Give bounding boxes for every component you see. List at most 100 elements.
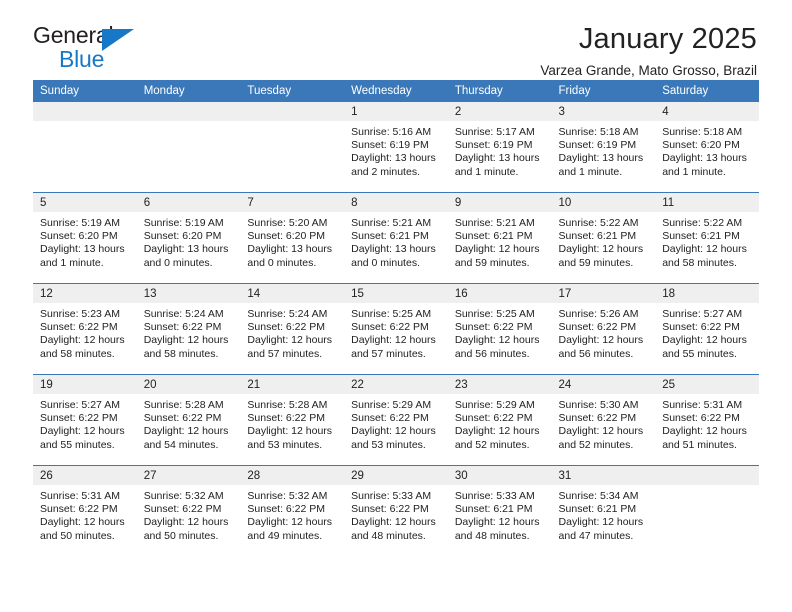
day-details: Sunrise: 5:27 AM Sunset: 6:22 PM Daylight:… [655,303,759,361]
sunrise-text: Sunrise: 5:34 AM [558,490,639,502]
calendar-day-cell[interactable]: 27 Sunrise: 5:32 AM Sunset: 6:22 PM Dayligh… [136,465,241,556]
calendar-day-cell[interactable]: 13 Sunrise: 5:24 AM Sunset: 6:22 PM Dayligh… [136,283,241,375]
sunrise-sunset-calendar: Sunday Monday Tuesday Wednesday Thursday… [33,80,759,556]
calendar-day-cell[interactable]: 15 Sunrise: 5:25 AM Sunset: 6:22 PM Dayligh… [344,283,448,375]
calendar-day-cell[interactable]: 3 Sunrise: 5:18 AM Sunset: 6:19 PM Daylight… [551,102,656,193]
day-details: Sunrise: 5:23 AM Sunset: 6:22 PM Daylight:… [33,303,137,361]
calendar-day-cell[interactable]: 25 Sunrise: 5:31 AM Sunset: 6:22 PM Dayligh… [655,374,759,466]
weekday-header-friday: Friday [551,80,656,102]
day-details: Sunrise: 5:31 AM Sunset: 6:22 PM Daylight:… [655,394,759,452]
location-subtitle: Varzea Grande, Mato Grosso, Brazil [540,63,757,79]
daylight-text: Daylight: 12 hours and 55 minutes. [662,334,747,360]
day-number: 2 [447,102,552,121]
calendar-week-row: 26 Sunrise: 5:31 AM Sunset: 6:22 PM Dayligh… [33,465,759,556]
sunrise-text: Sunrise: 5:19 AM [40,217,120,229]
sunrise-text: Sunrise: 5:31 AM [40,490,120,502]
sunset-text: Sunset: 6:21 PM [454,230,533,243]
daylight-text: Daylight: 12 hours and 52 minutes. [558,425,644,451]
sunset-text: Sunset: 6:22 PM [143,321,222,334]
calendar-day-cell-empty [33,102,137,193]
sunset-text: Sunset: 6:21 PM [558,503,637,516]
calendar-day-cell[interactable]: 11 Sunrise: 5:22 AM Sunset: 6:21 PM Dayligh… [655,192,759,284]
sunrise-text: Sunrise: 5:25 AM [454,308,535,320]
calendar-day-cell[interactable]: 10 Sunrise: 5:22 AM Sunset: 6:21 PM Dayligh… [551,192,656,284]
calendar-day-cell[interactable]: 14 Sunrise: 5:24 AM Sunset: 6:22 PM Dayligh… [240,283,345,375]
calendar-day-cell[interactable]: 18 Sunrise: 5:27 AM Sunset: 6:22 PM Dayligh… [655,283,759,375]
weekday-header-tuesday: Tuesday [240,80,345,102]
daylight-text: Daylight: 12 hours and 50 minutes. [40,516,125,542]
day-number [240,102,345,121]
calendar-day-cell-empty [136,102,241,193]
day-number: 21 [240,375,345,394]
calendar-day-cell[interactable]: 5 Sunrise: 5:19 AM Sunset: 6:20 PM Daylight… [33,192,137,284]
sunrise-text: Sunrise: 5:28 AM [143,399,224,411]
daylight-text: Daylight: 12 hours and 53 minutes. [351,425,436,451]
calendar-day-cell[interactable]: 9 Sunrise: 5:21 AM Sunset: 6:21 PM Daylight… [447,192,552,284]
calendar-day-cell[interactable]: 20 Sunrise: 5:28 AM Sunset: 6:22 PM Dayligh… [136,374,241,466]
day-number: 6 [136,193,241,212]
sunrise-text: Sunrise: 5:33 AM [351,490,432,502]
calendar-day-cell[interactable]: 23 Sunrise: 5:29 AM Sunset: 6:22 PM Dayligh… [447,374,552,466]
day-details: Sunrise: 5:21 AM Sunset: 6:21 PM Daylight:… [448,212,552,270]
daylight-text: Daylight: 12 hours and 47 minutes. [558,516,644,542]
calendar-day-cell[interactable]: 12 Sunrise: 5:23 AM Sunset: 6:22 PM Dayligh… [33,283,137,375]
daylight-text: Daylight: 13 hours and 1 minute. [662,152,747,178]
calendar-body: 1 Sunrise: 5:16 AM Sunset: 6:19 PM Daylight… [33,102,759,556]
day-number: 4 [655,102,759,121]
sunset-text: Sunset: 6:20 PM [662,139,740,152]
day-details: Sunrise: 5:34 AM Sunset: 6:21 PM Daylight:… [552,485,656,543]
day-details: Sunrise: 5:28 AM Sunset: 6:22 PM Daylight:… [240,394,344,452]
daylight-text: Daylight: 13 hours and 1 minute. [40,243,125,269]
calendar-day-cell[interactable]: 2 Sunrise: 5:17 AM Sunset: 6:19 PM Daylight… [447,102,552,193]
weekday-header-monday: Monday [136,80,241,102]
sunrise-text: Sunrise: 5:22 AM [662,217,743,229]
calendar-day-cell[interactable]: 8 Sunrise: 5:21 AM Sunset: 6:21 PM Daylight… [344,192,448,284]
day-number: 28 [240,466,345,485]
day-number: 25 [655,375,759,394]
day-details: Sunrise: 5:32 AM Sunset: 6:22 PM Daylight:… [240,485,344,543]
brand-logo[interactable]: General Blue [33,24,148,74]
calendar-week-row: 1 Sunrise: 5:16 AM Sunset: 6:19 PM Daylight… [33,102,759,193]
calendar-day-cell[interactable]: 21 Sunrise: 5:28 AM Sunset: 6:22 PM Dayligh… [240,374,345,466]
calendar-day-cell[interactable]: 28 Sunrise: 5:32 AM Sunset: 6:22 PM Dayligh… [240,465,345,556]
day-details: Sunrise: 5:20 AM Sunset: 6:20 PM Daylight:… [240,212,344,270]
sunrise-text: Sunrise: 5:19 AM [143,217,224,229]
day-number: 24 [551,375,656,394]
day-number: 12 [33,284,137,303]
day-details: Sunrise: 5:31 AM Sunset: 6:22 PM Daylight:… [33,485,137,543]
calendar-day-cell[interactable]: 19 Sunrise: 5:27 AM Sunset: 6:22 PM Dayligh… [33,374,137,466]
calendar-day-cell[interactable]: 24 Sunrise: 5:30 AM Sunset: 6:22 PM Dayligh… [551,374,656,466]
day-number: 18 [655,284,759,303]
sunset-text: Sunset: 6:22 PM [247,321,326,334]
calendar-day-cell[interactable]: 29 Sunrise: 5:33 AM Sunset: 6:22 PM Dayligh… [344,465,448,556]
daylight-text: Daylight: 13 hours and 2 minutes. [351,152,436,178]
day-number: 9 [447,193,552,212]
sunrise-text: Sunrise: 5:16 AM [351,126,432,138]
page-title: January 2025 [578,23,757,55]
sunset-text: Sunset: 6:22 PM [662,321,740,334]
day-number: 31 [551,466,656,485]
sunrise-text: Sunrise: 5:24 AM [143,308,224,320]
calendar-day-cell[interactable]: 7 Sunrise: 5:20 AM Sunset: 6:20 PM Daylight… [240,192,345,284]
daylight-text: Daylight: 12 hours and 53 minutes. [247,425,333,451]
sunrise-text: Sunrise: 5:27 AM [662,308,743,320]
sunset-text: Sunset: 6:21 PM [558,230,637,243]
day-details: Sunrise: 5:25 AM Sunset: 6:22 PM Daylight:… [344,303,448,361]
calendar-day-cell[interactable]: 22 Sunrise: 5:29 AM Sunset: 6:22 PM Dayligh… [344,374,448,466]
sunset-text: Sunset: 6:22 PM [662,412,740,425]
calendar-day-cell[interactable]: 16 Sunrise: 5:25 AM Sunset: 6:22 PM Dayligh… [447,283,552,375]
calendar-day-cell[interactable]: 30 Sunrise: 5:33 AM Sunset: 6:21 PM Dayligh… [447,465,552,556]
calendar-day-cell[interactable]: 4 Sunrise: 5:18 AM Sunset: 6:20 PM Daylight… [655,102,759,193]
sunrise-text: Sunrise: 5:24 AM [247,308,328,320]
calendar-day-cell[interactable]: 6 Sunrise: 5:19 AM Sunset: 6:20 PM Daylight… [136,192,241,284]
calendar-day-cell[interactable]: 31 Sunrise: 5:34 AM Sunset: 6:21 PM Dayligh… [551,465,656,556]
calendar-day-cell[interactable]: 1 Sunrise: 5:16 AM Sunset: 6:19 PM Daylight… [344,102,448,193]
sunrise-text: Sunrise: 5:28 AM [247,399,328,411]
sunset-text: Sunset: 6:22 PM [454,412,533,425]
daylight-text: Daylight: 12 hours and 50 minutes. [143,516,229,542]
sunrise-text: Sunrise: 5:25 AM [351,308,432,320]
calendar-day-cell[interactable]: 17 Sunrise: 5:26 AM Sunset: 6:22 PM Dayligh… [551,283,656,375]
page-header: General Blue January 2025 Varzea Grande,… [33,0,759,79]
calendar-day-cell[interactable]: 26 Sunrise: 5:31 AM Sunset: 6:22 PM Dayligh… [33,465,137,556]
day-number: 19 [33,375,137,394]
